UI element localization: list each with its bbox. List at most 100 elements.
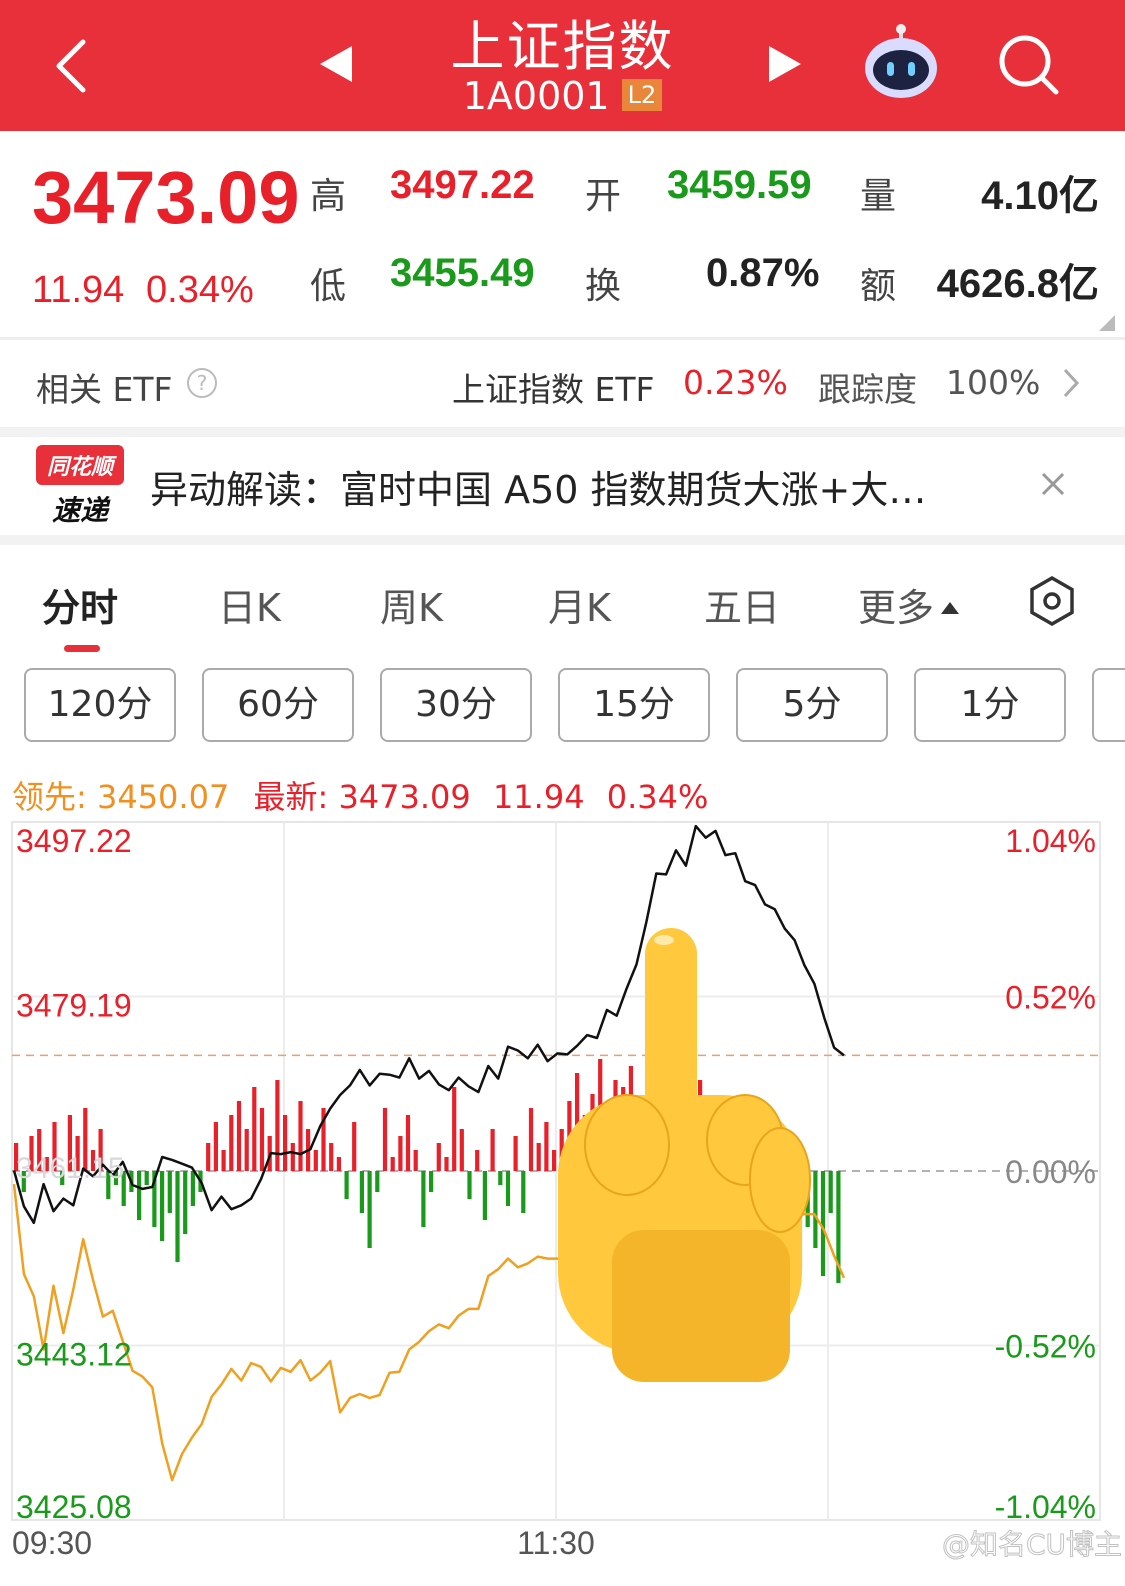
x-tick: 09:30 [12,1525,92,1561]
period-buttons: 120分 60分 30分 15分 5分 1分 [0,668,1125,748]
volume-bar [820,1171,826,1276]
volume-bar [290,1143,295,1171]
open-value: 3459.59 [667,163,812,207]
period-5min[interactable]: 5分 [736,668,888,742]
settings-hexagon-icon[interactable] [1026,575,1078,627]
volume-bar [329,1143,334,1171]
logo-bottom: 速递 [51,494,108,527]
volume-bar [482,1171,487,1220]
volume-bar [498,1171,503,1185]
volume-bar [190,1171,195,1206]
overlay-price-text: 3461.15 [16,1152,124,1185]
news-text: 异动解读：富时中国 A50 指数期货大涨+大… [150,468,927,512]
intraday-chart[interactable]: 3497.22 3479.19 3443.12 3425.08 1.04% 0.52% 0.… [0,810,1125,1586]
news-banner[interactable]: 同花顺 速递 异动解读：富时中国 A50 指数期货大涨+大… [0,437,1125,535]
volume-bar [336,1157,341,1171]
volume-bar [490,1129,495,1171]
volume-bar [206,1143,211,1171]
volume-bar [298,1101,303,1171]
volume-bar [313,1150,318,1171]
volume-bar [467,1171,472,1199]
volume-bar [236,1101,242,1171]
price-change-pct: 0.34% [146,269,254,311]
y-tick-left: 3443.12 [16,1337,132,1373]
y-tick-right: 0.00% [1005,1154,1096,1190]
volume-bar [244,1129,249,1171]
volume-bar [405,1115,411,1171]
tracking-label: 跟踪度 [818,370,917,409]
volume-bar [398,1136,403,1171]
current-price: 3473.09 [32,156,300,239]
high-label: 高 [310,176,347,217]
tab-five-day[interactable]: 五日 [704,577,780,632]
svg-text:?: ? [197,371,208,395]
volume-bar [183,1171,188,1234]
volume-bar [452,1087,457,1171]
volume-bar [175,1171,180,1262]
volume-bar [259,1108,265,1171]
volume-bar [513,1136,518,1171]
volume-bar [359,1171,364,1213]
tab-monthly-k[interactable]: 月K [548,577,611,632]
tab-more[interactable]: 更多 [858,577,960,632]
stock-code-line: 1A0001 L2 [0,74,1125,118]
active-tab-indicator [64,645,100,652]
volume-bar [367,1171,372,1248]
turnover-label: 换 [585,266,622,307]
volume-bar [375,1171,380,1192]
volume-bar [813,1171,818,1248]
stock-code: 1A0001 [462,74,610,118]
low-value: 3455.49 [390,251,535,295]
period-15min[interactable]: 15分 [558,668,710,742]
stock-name: 上证指数 [450,15,675,78]
related-etf-row[interactable]: 相关 ETF ? 上证指数 ETF 0.23% 跟踪度 100% [0,339,1125,427]
volume-bar [352,1122,357,1171]
chevron-right-icon[interactable] [1062,367,1080,399]
volume-bar [213,1122,218,1171]
y-tick-right: -0.52% [995,1329,1096,1365]
period-30min[interactable]: 30分 [380,668,532,742]
volume-bar [475,1150,480,1171]
period-more-partial[interactable] [1092,668,1125,742]
y-tick-right: 0.52% [1005,980,1096,1016]
robot-assistant-icon[interactable] [860,24,942,100]
tab-intraday[interactable]: 分时 [42,577,118,632]
tab-daily-k[interactable]: 日K [218,577,281,632]
expand-corner-icon[interactable] [1099,315,1115,331]
y-tick-right: -1.04% [995,1489,1096,1525]
volume-bar [444,1157,449,1171]
etf-pct: 0.23% [683,363,788,402]
volume-bar [144,1171,149,1185]
logo-top: 同花顺 [36,445,124,485]
tab-weekly-k[interactable]: 周K [380,577,443,632]
period-1min[interactable]: 1分 [914,668,1066,742]
volume-bar [382,1108,388,1171]
etf-name: 上证指数 ETF [452,370,655,409]
volume-bar [167,1171,172,1213]
volume-bar [413,1150,418,1171]
tracking-value: 100% [946,363,1041,402]
volume-bar [221,1150,226,1171]
search-icon[interactable] [996,32,1062,98]
next-stock-icon[interactable] [767,44,803,84]
volume-bar [552,1150,557,1171]
volume-bar [344,1171,349,1199]
app-header: 上证指数 1A0001 L2 [0,0,1125,131]
divider [0,535,1125,545]
help-icon[interactable]: ? [186,367,218,399]
period-60min[interactable]: 60分 [202,668,354,742]
volume-bar [275,1080,280,1171]
amount-value: 4626.8亿 [936,262,1099,306]
high-value: 3497.22 [390,163,535,207]
volume-value: 4.10亿 [981,174,1099,218]
axis-labels: 3497.22 3479.19 3443.12 3425.08 1.04% 0.52% 0.… [12,823,1096,1561]
period-120min[interactable]: 120分 [24,668,176,742]
volume-bar [544,1122,549,1171]
close-icon[interactable] [1040,471,1066,497]
volume-bar [429,1171,434,1192]
price-change: 11.94 [32,269,125,311]
chart-type-tabs: 分时 日K 周K 月K 五日 更多 [0,545,1125,660]
y-tick-left: 3479.19 [16,988,132,1024]
volume-bar [160,1171,165,1241]
volume-bar [137,1171,142,1220]
